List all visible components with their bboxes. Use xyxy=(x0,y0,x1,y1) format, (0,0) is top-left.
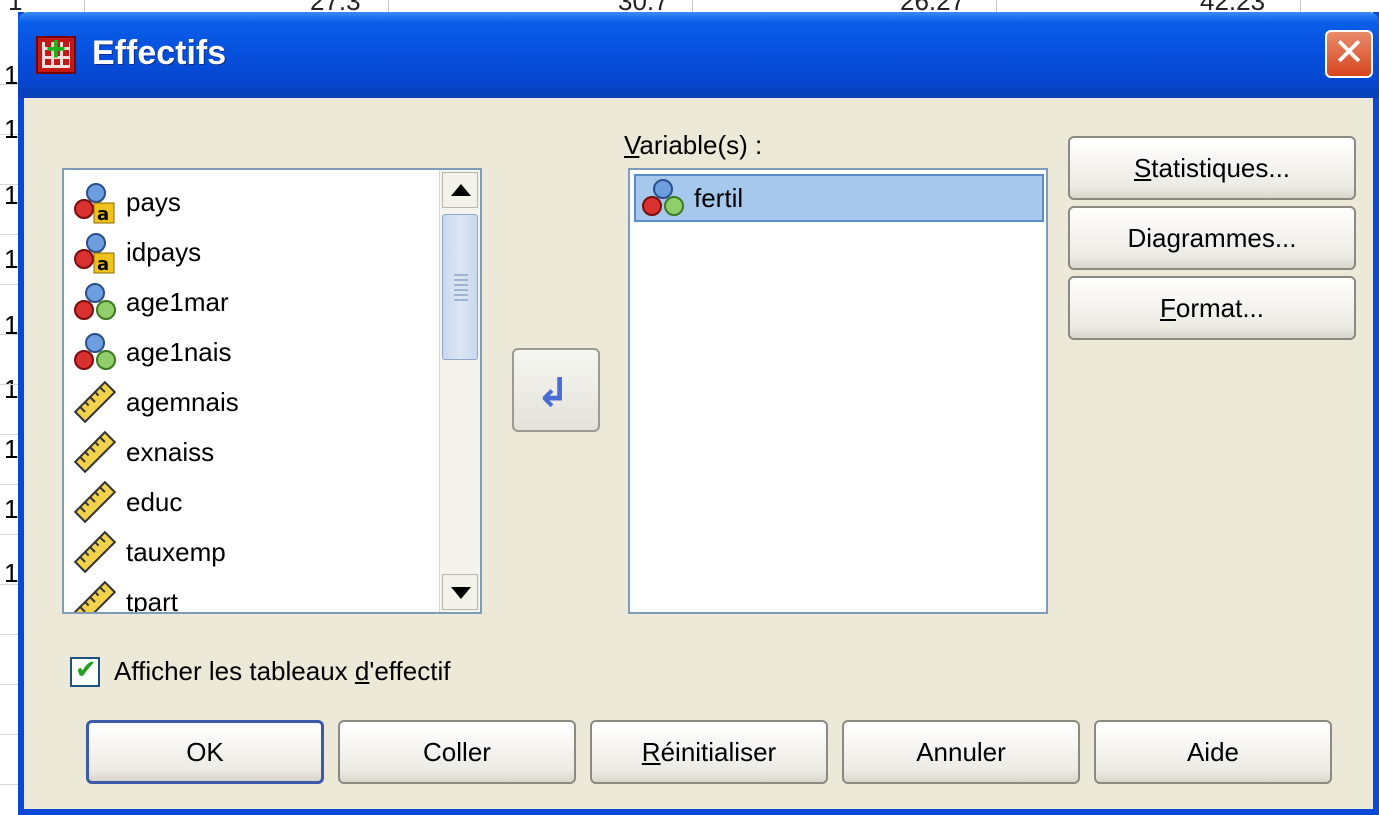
list-item[interactable]: age1nais xyxy=(72,328,232,376)
background-row-char: 1 xyxy=(4,244,19,274)
label-text: ormat... xyxy=(1175,292,1265,323)
svg-text:a: a xyxy=(97,254,109,275)
nominal-string-icon: a xyxy=(74,233,115,275)
variable-label: tpart xyxy=(126,586,179,614)
nominal-numeric-icon xyxy=(74,283,116,320)
button-label: Diagrammes... xyxy=(1127,222,1297,253)
variable-label: agemnais xyxy=(126,386,239,417)
arrow-down-icon xyxy=(451,587,471,599)
target-variable-list[interactable]: fertil xyxy=(628,168,1048,614)
list-item[interactable]: agemnais xyxy=(72,378,239,426)
nominal-numeric-icon xyxy=(74,333,116,370)
move-left-arrow-icon: ↲ xyxy=(536,371,570,415)
paste-button[interactable]: Coller xyxy=(338,720,576,784)
button-label: Coller xyxy=(423,736,491,767)
variable-label: educ xyxy=(126,486,183,517)
mnemonic-char: R xyxy=(641,736,661,767)
checkbox-label: Afficher les tableaux d'effectif xyxy=(114,656,450,687)
list-item[interactable]: exnaiss xyxy=(72,428,214,476)
list-item[interactable]: a idpays xyxy=(72,228,201,276)
list-item[interactable]: age1mar xyxy=(72,278,229,326)
svg-text:a: a xyxy=(97,204,109,225)
label-text: ariable(s) : xyxy=(639,130,763,160)
reset-button[interactable]: Réinitialiser xyxy=(590,720,828,784)
statistiques-button[interactable]: Statistiques... xyxy=(1068,136,1356,200)
frequencies-dialog: Effectifs ✕ a pays a idpays xyxy=(18,12,1379,815)
mnemonic-char: F xyxy=(1159,292,1176,323)
list-item[interactable]: a pays xyxy=(72,178,181,226)
list-item[interactable]: tauxemp xyxy=(72,528,226,576)
scale-ruler-icon xyxy=(73,480,117,524)
button-label: Aide xyxy=(1186,736,1240,767)
label-text: 'effectif xyxy=(369,656,451,686)
display-frequency-tables-option[interactable]: ✔ Afficher les tableaux d'effectif xyxy=(70,653,450,687)
spss-app-icon xyxy=(36,30,76,74)
selected-list-item[interactable]: fertil xyxy=(634,174,1044,222)
variable-label: tauxemp xyxy=(126,536,226,567)
mnemonic-char: d xyxy=(354,656,370,686)
variable-label: exnaiss xyxy=(126,436,215,467)
variable-label: age1mar xyxy=(126,286,229,317)
background-row-char: 1 xyxy=(4,60,19,90)
variable-label: idpays xyxy=(126,236,202,267)
list-item[interactable]: tpart xyxy=(72,578,179,614)
scale-ruler-icon xyxy=(73,530,117,574)
variable-label: pays xyxy=(126,186,181,217)
move-variable-button[interactable]: ↲ xyxy=(512,348,600,432)
arrow-up-icon xyxy=(451,184,471,196)
ok-button[interactable]: OK xyxy=(86,720,324,784)
close-button[interactable]: ✕ xyxy=(1325,30,1373,78)
label-text: Afficher les tableaux xyxy=(114,656,355,686)
checkmark-icon: ✔ xyxy=(75,653,97,684)
nominal-numeric-icon xyxy=(642,179,684,216)
list-item[interactable]: educ xyxy=(72,478,182,526)
background-row-char: 1 xyxy=(4,114,19,144)
variable-label: age1nais xyxy=(126,336,232,367)
dialog-title: Effectifs xyxy=(92,34,227,72)
cancel-button[interactable]: Annuler xyxy=(842,720,1080,784)
nominal-string-icon: a xyxy=(74,183,115,225)
button-label: Annuler xyxy=(916,736,1006,767)
label-text: éinitialiser xyxy=(660,736,777,767)
button-label: Réinitialiser xyxy=(642,737,776,768)
scroll-down-button[interactable] xyxy=(442,574,478,610)
mnemonic-char: V xyxy=(624,130,640,160)
background-row-char: 1 xyxy=(4,310,19,340)
help-button[interactable]: Aide xyxy=(1094,720,1332,784)
source-variable-list[interactable]: a pays a idpays age1mar age1nais agemnai… xyxy=(62,168,482,614)
scroll-up-button[interactable] xyxy=(442,172,478,208)
scale-ruler-icon xyxy=(73,380,117,424)
scale-ruler-icon xyxy=(73,430,117,474)
variable-label: fertil xyxy=(694,182,744,213)
display-frequency-tables-checkbox[interactable]: ✔ xyxy=(70,653,100,687)
button-label: Statistiques... xyxy=(1134,153,1290,184)
mnemonic-char: S xyxy=(1133,152,1152,183)
scale-ruler-icon xyxy=(73,580,117,612)
vertical-scrollbar[interactable] xyxy=(439,170,480,612)
button-label: OK xyxy=(186,736,224,767)
close-icon: ✕ xyxy=(1333,32,1365,74)
background-row-char: 1 xyxy=(4,434,19,464)
label-text: tatistiques... xyxy=(1151,152,1291,183)
button-label: Format... xyxy=(1160,293,1264,324)
variables-label: Variable(s) : xyxy=(624,130,762,161)
scroll-thumb[interactable] xyxy=(442,214,478,360)
background-row-char: 1 xyxy=(4,374,19,404)
diagrammes-button[interactable]: Diagrammes... xyxy=(1068,206,1356,270)
title-bar[interactable]: Effectifs ✕ xyxy=(18,12,1379,98)
background-row-char: 1 xyxy=(4,180,19,210)
format-button[interactable]: Format... xyxy=(1068,276,1356,340)
background-row-char: 1 xyxy=(4,494,19,524)
grip-icon xyxy=(454,273,468,301)
